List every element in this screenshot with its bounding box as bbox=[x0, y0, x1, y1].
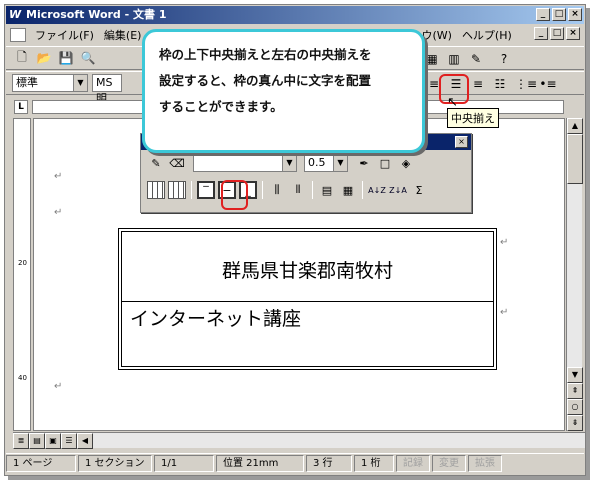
highlight-align-center-vertical bbox=[221, 180, 248, 210]
align-top-icon[interactable]: ‾ bbox=[197, 181, 215, 199]
style-value: 標準 bbox=[16, 76, 38, 89]
sort-ascending-icon[interactable]: A↓Z bbox=[368, 181, 386, 199]
print-layout-icon[interactable]: ▣ bbox=[45, 433, 61, 449]
callout-line: することができます。 bbox=[159, 99, 283, 114]
title-bar: W Microsoft Word - 文書 1 _ □ × bbox=[6, 6, 584, 24]
autosum-icon[interactable]: Σ bbox=[410, 181, 428, 199]
status-line: 3 行 bbox=[306, 455, 352, 472]
toolbar-separator bbox=[262, 181, 263, 199]
print-preview-icon[interactable]: 🔍 bbox=[78, 48, 98, 68]
toolbar-separator bbox=[191, 181, 192, 199]
normal-view-icon[interactable]: ≣ bbox=[13, 433, 29, 449]
merge-cells-icon[interactable] bbox=[147, 181, 165, 199]
window-title: Microsoft Word - 文書 1 bbox=[26, 8, 167, 21]
document-menu-icon[interactable] bbox=[10, 28, 26, 42]
draw-table-icon[interactable]: ✎ bbox=[147, 154, 165, 172]
status-ext[interactable]: 拡張 bbox=[468, 455, 502, 472]
vertical-ruler[interactable]: 20 40 bbox=[13, 118, 31, 431]
status-position: 位置 21mm bbox=[216, 455, 304, 472]
minimize-button[interactable]: _ bbox=[536, 8, 550, 21]
scroll-down-icon[interactable]: ▼ bbox=[567, 367, 583, 383]
next-page-icon[interactable]: ⇟ bbox=[567, 415, 583, 431]
align-right-icon[interactable]: ≡ bbox=[468, 74, 488, 94]
word-table[interactable]: 群馬県甘楽郡南牧村 インターネット講座 bbox=[118, 228, 497, 370]
outside-border-icon[interactable]: □ bbox=[376, 154, 394, 172]
vruler-label-40: 40 bbox=[18, 374, 27, 382]
paragraph-mark: ↵ bbox=[54, 171, 63, 182]
status-page: 1 ページ bbox=[6, 455, 76, 472]
row-end-mark: ↵ bbox=[500, 237, 509, 248]
row-end-mark: ↵ bbox=[500, 307, 509, 318]
close-icon[interactable]: × bbox=[455, 136, 468, 148]
scroll-up-icon[interactable]: ▲ bbox=[567, 118, 583, 134]
vruler-label-20: 20 bbox=[18, 259, 27, 267]
distribute-columns-icon[interactable]: ⫴ bbox=[289, 181, 307, 199]
help-icon[interactable]: ? bbox=[494, 49, 514, 69]
status-bar: 1 ページ 1 セクション 1/1 位置 21mm 3 行 1 桁 記録 変更 … bbox=[6, 453, 584, 473]
table-cell-text: 群馬県甘楽郡南牧村 bbox=[221, 260, 393, 282]
maximize-button[interactable]: □ bbox=[552, 8, 566, 21]
toolbar-separator bbox=[362, 181, 363, 199]
font-select[interactable]: MS 明 bbox=[92, 74, 122, 105]
status-rec[interactable]: 記録 bbox=[396, 455, 430, 472]
menu-file[interactable]: ファイル(F) bbox=[30, 27, 99, 43]
vertical-scrollbar[interactable]: ▲ ▼ ⇞ ○ ⇟ bbox=[566, 118, 583, 431]
menu-edit[interactable]: 編集(E) bbox=[99, 27, 147, 43]
outline-view-icon[interactable]: ☰ bbox=[61, 433, 77, 449]
scroll-left-icon[interactable]: ◀ bbox=[77, 433, 93, 449]
chevron-down-icon[interactable]: ▼ bbox=[73, 75, 87, 91]
status-trk[interactable]: 変更 bbox=[432, 455, 466, 472]
table-row[interactable]: インターネット講座 bbox=[122, 302, 493, 366]
status-section: 1 セクション bbox=[78, 455, 152, 472]
save-icon[interactable]: 💾 bbox=[56, 48, 76, 68]
toolbar-separator bbox=[312, 181, 313, 199]
horizontal-scrollbar[interactable]: ≣ ▤ ▣ ☰ ◀ bbox=[13, 432, 585, 449]
doc-minimize-button[interactable]: _ bbox=[534, 27, 548, 40]
paragraph-mark: ↵ bbox=[54, 381, 63, 392]
line-weight-select[interactable]: 0.5 ▼ bbox=[304, 154, 348, 172]
floating-toolbar-row-2: ‾ − _ ⫼ ⫴ ▤ ▦ A↓Z Z↓A Σ bbox=[147, 179, 428, 201]
status-column: 1 桁 bbox=[354, 455, 394, 472]
bullet-list-icon[interactable]: •≡ bbox=[538, 74, 558, 94]
eraser-icon[interactable]: ⌫ bbox=[168, 154, 186, 172]
tab-stop-selector[interactable]: L bbox=[14, 100, 28, 114]
word-app-icon: W bbox=[9, 8, 22, 21]
close-button[interactable]: × bbox=[568, 8, 582, 21]
doc-restore-button[interactable]: □ bbox=[550, 27, 564, 40]
grid-icon[interactable]: ▦ bbox=[339, 181, 357, 199]
web-layout-icon[interactable]: ▤ bbox=[29, 433, 45, 449]
insert-table-icon[interactable]: ▦ bbox=[422, 49, 442, 69]
callout-line: 設定すると、枠の真ん中に文字を配置 bbox=[159, 73, 372, 88]
justify-icon[interactable]: ☷ bbox=[490, 74, 510, 94]
columns-icon[interactable]: ▥ bbox=[444, 49, 464, 69]
shading-color-icon[interactable]: ◈ bbox=[397, 154, 415, 172]
status-pages: 1/1 bbox=[154, 455, 214, 472]
menu-help[interactable]: ヘルプ(H) bbox=[457, 27, 517, 43]
table-row[interactable]: 群馬県甘楽郡南牧村 bbox=[122, 232, 493, 302]
table-cell-text: インターネット講座 bbox=[130, 308, 302, 330]
paragraph-mark: ↵ bbox=[54, 207, 63, 218]
line-weight-value: 0.5 bbox=[308, 156, 326, 169]
table-autoformat-icon[interactable]: ▤ bbox=[318, 181, 336, 199]
instruction-callout: 枠の上下中央揃えと左右の中央揃えを 設定すると、枠の真ん中に文字を配置 すること… bbox=[142, 29, 425, 153]
new-document-icon[interactable]: 🗋 bbox=[12, 48, 32, 68]
border-color-icon[interactable]: ✒ bbox=[355, 154, 373, 172]
open-folder-icon[interactable]: 📂 bbox=[34, 48, 54, 68]
chevron-down-icon[interactable]: ▼ bbox=[282, 155, 296, 171]
drawing-icon[interactable]: ✎ bbox=[466, 49, 486, 69]
scroll-thumb[interactable] bbox=[567, 134, 583, 184]
chevron-down-icon[interactable]: ▼ bbox=[333, 155, 347, 171]
previous-page-icon[interactable]: ⇞ bbox=[567, 383, 583, 399]
tooltip: 中央揃え bbox=[447, 108, 499, 128]
numbered-list-icon[interactable]: ⋮≡ bbox=[515, 74, 537, 94]
split-cells-icon[interactable] bbox=[168, 181, 186, 199]
doc-close-button[interactable]: × bbox=[566, 27, 580, 40]
browse-object-icon[interactable]: ○ bbox=[567, 399, 583, 415]
style-select[interactable]: 標準 ▼ bbox=[12, 74, 88, 92]
sort-descending-icon[interactable]: Z↓A bbox=[389, 181, 407, 199]
line-style-select[interactable]: ▼ bbox=[193, 154, 297, 172]
callout-line: 枠の上下中央揃えと左右の中央揃えを bbox=[159, 47, 372, 62]
floating-toolbar-row-1: ✎ ⌫ ▼ 0.5 ▼ ✒ □ ◈ bbox=[147, 152, 415, 174]
distribute-rows-icon[interactable]: ⫼ bbox=[268, 181, 286, 199]
